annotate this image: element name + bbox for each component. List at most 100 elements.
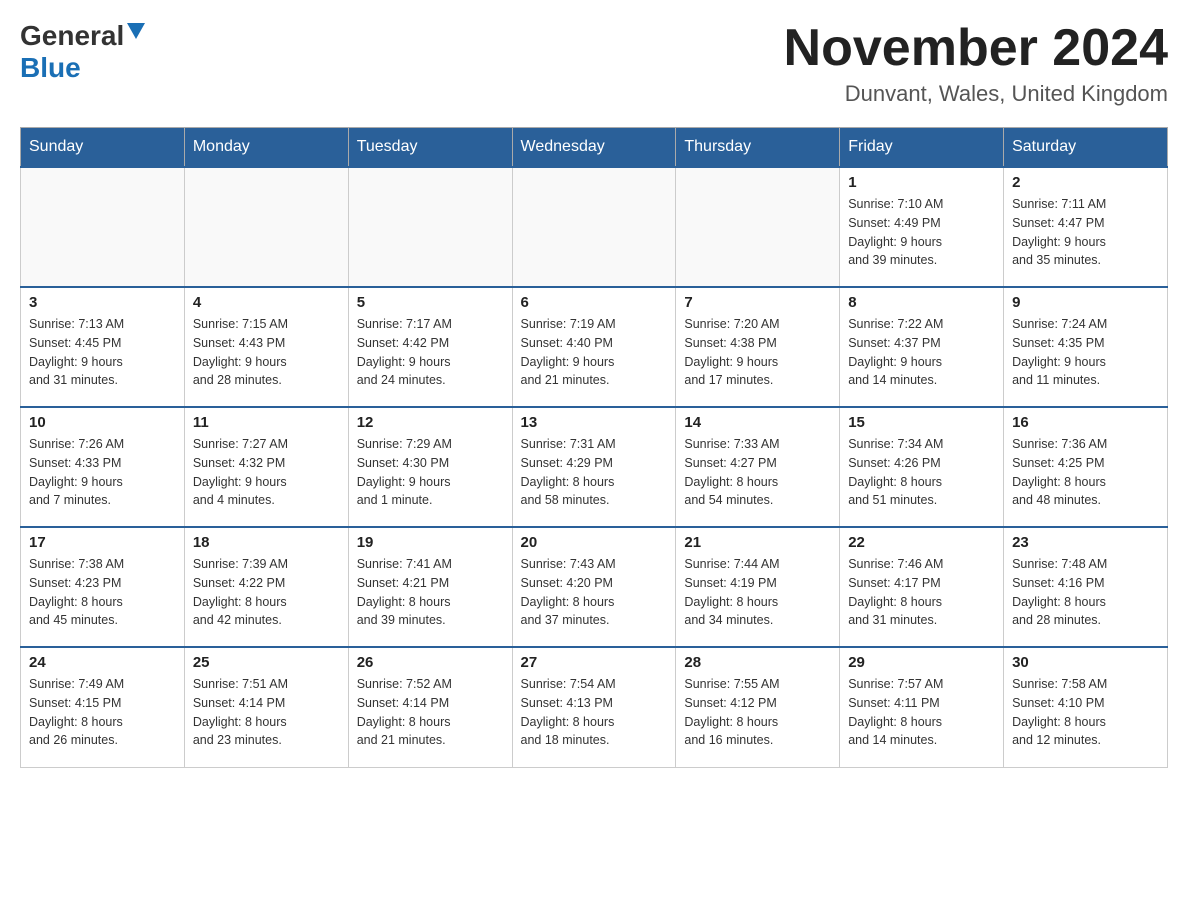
day-number: 23 [1012,534,1159,551]
day-number: 21 [684,534,831,551]
day-number: 17 [29,534,176,551]
day-number: 24 [29,654,176,671]
day-info: Sunrise: 7:22 AMSunset: 4:37 PMDaylight:… [848,315,995,390]
day-info: Sunrise: 7:29 AMSunset: 4:30 PMDaylight:… [357,435,504,510]
calendar-cell: 19Sunrise: 7:41 AMSunset: 4:21 PMDayligh… [348,527,512,647]
logo-general: General [20,20,124,52]
calendar-cell [21,167,185,287]
calendar-cell [348,167,512,287]
logo-triangle-icon [127,23,145,44]
day-number: 20 [521,534,668,551]
day-info: Sunrise: 7:33 AMSunset: 4:27 PMDaylight:… [684,435,831,510]
calendar-cell: 25Sunrise: 7:51 AMSunset: 4:14 PMDayligh… [184,647,348,767]
day-info: Sunrise: 7:10 AMSunset: 4:49 PMDaylight:… [848,195,995,270]
day-number: 29 [848,654,995,671]
calendar-cell [676,167,840,287]
calendar-cell: 4 Sunrise: 7:15 AMSunset: 4:43 PMDaylight… [184,287,348,407]
day-info: Sunrise: 7:44 AMSunset: 4:19 PMDaylight:… [684,555,831,630]
day-number: 11 [193,414,340,431]
day-info: Sunrise: 7:46 AMSunset: 4:17 PMDaylight:… [848,555,995,630]
day-number: 26 [357,654,504,671]
calendar-cell: 3 Sunrise: 7:13 AMSunset: 4:45 PMDaylight… [21,287,185,407]
day-info: Sunrise: 7:55 AMSunset: 4:12 PMDaylight:… [684,675,831,750]
day-info: Sunrise: 7:17 AMSunset: 4:42 PMDaylight:… [357,315,504,390]
day-info: Sunrise: 7:54 AMSunset: 4:13 PMDaylight:… [521,675,668,750]
day-info: Sunrise: 7:48 AMSunset: 4:16 PMDaylight:… [1012,555,1159,630]
calendar-cell: 1Sunrise: 7:10 AMSunset: 4:49 PMDaylight… [840,167,1004,287]
title-area: November 2024 Dunvant, Wales, United Kin… [784,20,1168,107]
day-number: 12 [357,414,504,431]
calendar-cell: 12 Sunrise: 7:29 AMSunset: 4:30 PMDayligh… [348,407,512,527]
day-info: Sunrise: 7:58 AMSunset: 4:10 PMDaylight:… [1012,675,1159,750]
day-info: Sunrise: 7:31 AMSunset: 4:29 PMDaylight:… [521,435,668,510]
weekday-header-friday: Friday [840,128,1004,168]
location-subtitle: Dunvant, Wales, United Kingdom [784,81,1168,107]
header: General Blue November 2024 Dunvant, Wale… [20,20,1168,107]
calendar-cell [512,167,676,287]
day-number: 3 [29,294,176,311]
day-info: Sunrise: 7:36 AMSunset: 4:25 PMDaylight:… [1012,435,1159,510]
day-number: 18 [193,534,340,551]
day-info: Sunrise: 7:38 AMSunset: 4:23 PMDaylight:… [29,555,176,630]
calendar-cell: 6 Sunrise: 7:19 AMSunset: 4:40 PMDaylight… [512,287,676,407]
calendar-cell [184,167,348,287]
day-info: Sunrise: 7:41 AMSunset: 4:21 PMDaylight:… [357,555,504,630]
week-row-3: 10Sunrise: 7:26 AMSunset: 4:33 PMDayligh… [21,407,1168,527]
calendar-cell: 16 Sunrise: 7:36 AMSunset: 4:25 PMDayligh… [1004,407,1168,527]
calendar-cell: 8 Sunrise: 7:22 AMSunset: 4:37 PMDaylight… [840,287,1004,407]
weekday-header-row: SundayMondayTuesdayWednesdayThursdayFrid… [21,128,1168,168]
calendar-cell: 11Sunrise: 7:27 AMSunset: 4:32 PMDayligh… [184,407,348,527]
day-info: Sunrise: 7:52 AMSunset: 4:14 PMDaylight:… [357,675,504,750]
calendar-cell: 15 Sunrise: 7:34 AMSunset: 4:26 PMDayligh… [840,407,1004,527]
day-info: Sunrise: 7:39 AMSunset: 4:22 PMDaylight:… [193,555,340,630]
day-number: 22 [848,534,995,551]
calendar-cell: 7 Sunrise: 7:20 AMSunset: 4:38 PMDaylight… [676,287,840,407]
calendar-cell: 18 Sunrise: 7:39 AMSunset: 4:22 PMDayligh… [184,527,348,647]
day-number: 6 [521,294,668,311]
calendar-cell: 26 Sunrise: 7:52 AMSunset: 4:14 PMDayligh… [348,647,512,767]
day-number: 7 [684,294,831,311]
calendar-cell: 30Sunrise: 7:58 AMSunset: 4:10 PMDayligh… [1004,647,1168,767]
day-number: 27 [521,654,668,671]
calendar-table: SundayMondayTuesdayWednesdayThursdayFrid… [20,127,1168,768]
calendar-cell: 23 Sunrise: 7:48 AMSunset: 4:16 PMDayligh… [1004,527,1168,647]
calendar-cell: 29 Sunrise: 7:57 AMSunset: 4:11 PMDayligh… [840,647,1004,767]
day-info: Sunrise: 7:57 AMSunset: 4:11 PMDaylight:… [848,675,995,750]
calendar-cell: 28 Sunrise: 7:55 AMSunset: 4:12 PMDayligh… [676,647,840,767]
day-number: 8 [848,294,995,311]
weekday-header-thursday: Thursday [676,128,840,168]
day-number: 13 [521,414,668,431]
week-row-5: 24 Sunrise: 7:49 AMSunset: 4:15 PMDayligh… [21,647,1168,767]
calendar-cell: 13 Sunrise: 7:31 AMSunset: 4:29 PMDayligh… [512,407,676,527]
day-number: 14 [684,414,831,431]
day-info: Sunrise: 7:26 AMSunset: 4:33 PMDaylight:… [29,435,176,510]
day-number: 4 [193,294,340,311]
day-number: 15 [848,414,995,431]
day-info: Sunrise: 7:11 AMSunset: 4:47 PMDaylight:… [1012,195,1159,270]
weekday-header-tuesday: Tuesday [348,128,512,168]
weekday-header-wednesday: Wednesday [512,128,676,168]
day-info: Sunrise: 7:24 AMSunset: 4:35 PMDaylight:… [1012,315,1159,390]
calendar-cell: 14 Sunrise: 7:33 AMSunset: 4:27 PMDayligh… [676,407,840,527]
week-row-2: 3 Sunrise: 7:13 AMSunset: 4:45 PMDaylight… [21,287,1168,407]
logo-blue: Blue [20,52,81,84]
day-info: Sunrise: 7:20 AMSunset: 4:38 PMDaylight:… [684,315,831,390]
day-number: 5 [357,294,504,311]
calendar-cell: 24 Sunrise: 7:49 AMSunset: 4:15 PMDayligh… [21,647,185,767]
calendar-cell: 17 Sunrise: 7:38 AMSunset: 4:23 PMDayligh… [21,527,185,647]
calendar-cell: 20Sunrise: 7:43 AMSunset: 4:20 PMDayligh… [512,527,676,647]
day-number: 28 [684,654,831,671]
weekday-header-monday: Monday [184,128,348,168]
calendar-cell: 2Sunrise: 7:11 AMSunset: 4:47 PMDaylight… [1004,167,1168,287]
day-info: Sunrise: 7:34 AMSunset: 4:26 PMDaylight:… [848,435,995,510]
day-info: Sunrise: 7:49 AMSunset: 4:15 PMDaylight:… [29,675,176,750]
day-info: Sunrise: 7:51 AMSunset: 4:14 PMDaylight:… [193,675,340,750]
calendar-cell: 21 Sunrise: 7:44 AMSunset: 4:19 PMDayligh… [676,527,840,647]
day-info: Sunrise: 7:15 AMSunset: 4:43 PMDaylight:… [193,315,340,390]
day-number: 9 [1012,294,1159,311]
day-info: Sunrise: 7:13 AMSunset: 4:45 PMDaylight:… [29,315,176,390]
weekday-header-sunday: Sunday [21,128,185,168]
day-number: 16 [1012,414,1159,431]
day-info: Sunrise: 7:19 AMSunset: 4:40 PMDaylight:… [521,315,668,390]
week-row-1: 1Sunrise: 7:10 AMSunset: 4:49 PMDaylight… [21,167,1168,287]
